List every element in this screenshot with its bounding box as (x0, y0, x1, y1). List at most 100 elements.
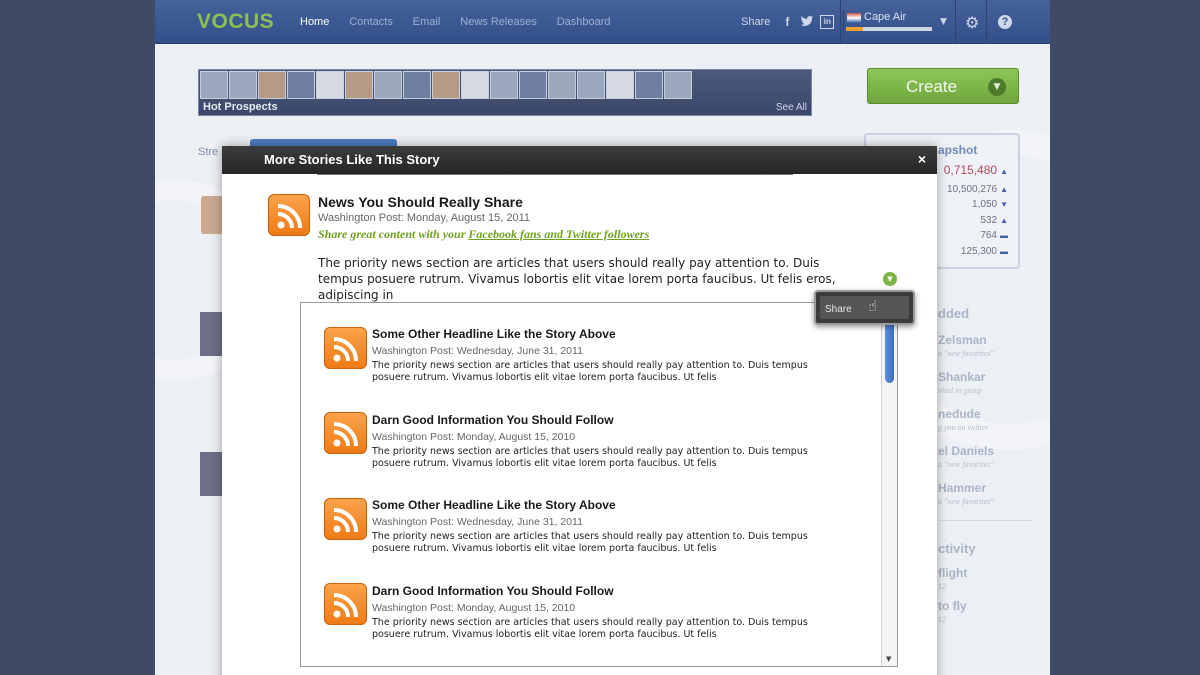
person-note: a "new favorites" (938, 497, 994, 506)
snapshot-value: 764 ▬ (980, 230, 1008, 241)
nav-news-releases[interactable]: News Releases (460, 16, 536, 28)
share-label: Share (741, 16, 771, 28)
divider (986, 0, 987, 44)
see-all-link[interactable]: See All (776, 102, 807, 113)
scroll-down-arrow[interactable]: ▼ (886, 655, 891, 663)
share-social-link[interactable]: Facebook fans and Twitter followers (468, 227, 649, 241)
person-name[interactable]: Zelsman (938, 333, 1048, 347)
story-meta: Washington Post: Wednesday, June 31, 201… (372, 345, 583, 357)
divider (840, 0, 841, 44)
story-body: The priority news section are articles t… (372, 360, 808, 383)
hand-cursor-icon: ☝ (868, 297, 878, 315)
avatar[interactable] (635, 71, 663, 99)
twitter-icon[interactable] (800, 15, 814, 29)
nav-home[interactable]: Home (300, 16, 329, 28)
section-header: dded (938, 306, 970, 321)
rss-feed-icon (324, 498, 367, 540)
avatar[interactable] (258, 71, 286, 99)
account-name: Cape Air (864, 11, 907, 23)
divider (955, 0, 956, 44)
avatar[interactable] (345, 71, 373, 99)
activity-note: 12 (938, 582, 946, 591)
avatar[interactable] (229, 71, 257, 99)
close-icon[interactable]: × (915, 151, 929, 167)
nav-dashboard[interactable]: Dashboard (557, 16, 611, 28)
snapshot-value: 532 ▲ (980, 215, 1008, 226)
story-title[interactable]: Some Other Headline Like the Story Above (372, 498, 616, 512)
snapshot-value: 0,715,480 ▲ (943, 163, 1008, 177)
avatar[interactable] (200, 71, 228, 99)
avatar[interactable] (577, 71, 605, 99)
person-note: nked in group (938, 386, 983, 395)
story-title[interactable]: Some Other Headline Like the Story Above (372, 327, 616, 341)
nav-email[interactable]: Email (413, 16, 441, 28)
account-progress-bar (846, 27, 932, 31)
streams-label: Stre (198, 146, 219, 158)
story-title[interactable]: Darn Good Information You Should Follow (372, 584, 614, 598)
story-body: The priority news section are articles t… (372, 617, 808, 640)
snapshot-header: apshot (938, 143, 978, 157)
person-name[interactable]: el Daniels (938, 444, 1048, 458)
person-note: g you on twitter (938, 423, 989, 432)
avatar[interactable] (461, 71, 489, 99)
story-meta: Washington Post: Monday, August 15, 2011 (318, 212, 531, 224)
story-body: The priority news section are articles t… (372, 531, 808, 554)
activity-item[interactable]: to fly (938, 599, 1048, 613)
section-header: ctivity (938, 541, 976, 556)
activity-note: 12 (938, 615, 946, 624)
modal-header: More Stories Like This Story × (222, 146, 937, 174)
gear-icon[interactable]: ⚙ (965, 13, 979, 32)
person-note: a "new favorites" (938, 349, 994, 358)
vertical-scrollbar[interactable]: ▼ (881, 303, 897, 666)
story-body: The priority news section are articles t… (318, 256, 836, 302)
avatar[interactable] (519, 71, 547, 99)
chevron-down-icon[interactable]: ▼ (988, 78, 1006, 96)
snapshot-value: 125,300 ▬ (960, 246, 1008, 257)
avatar[interactable] (490, 71, 518, 99)
rss-feed-icon (324, 412, 367, 454)
help-icon[interactable]: ? (998, 15, 1012, 29)
rss-feed-icon (268, 194, 310, 236)
story-meta: Washington Post: Monday, August 15, 2010 (372, 431, 576, 443)
person-name[interactable]: Hammer (938, 481, 1048, 495)
chevron-down-icon[interactable]: ▼ (883, 272, 897, 286)
avatar[interactable] (403, 71, 431, 99)
avatar[interactable] (374, 71, 402, 99)
scrollbar-thumb[interactable] (885, 321, 894, 383)
create-button[interactable]: Create ▼ (867, 68, 1019, 104)
share-popup-label[interactable]: Share (825, 304, 852, 315)
person-name[interactable]: Shankar (938, 370, 1048, 384)
avatar[interactable] (548, 71, 576, 99)
story-meta: Washington Post: Wednesday, June 31, 201… (372, 516, 583, 528)
related-stories-list: Some Other Headline Like the Story Above… (300, 302, 898, 667)
person-name[interactable]: nedude (938, 407, 1048, 421)
snapshot-value: 1,050 ▼ (972, 199, 1008, 210)
more-stories-modal: More Stories Like This Story × News You … (222, 146, 937, 675)
person-note: a "new favorites" (938, 460, 994, 469)
linkedin-icon[interactable]: in (820, 15, 835, 29)
avatar[interactable] (316, 71, 344, 99)
avatar[interactable] (432, 71, 460, 99)
main-nav: Home Contacts Email News Releases Dashbo… (300, 16, 611, 28)
vocus-logo[interactable]: VOCUS (197, 10, 274, 34)
avatar[interactable] (287, 71, 315, 99)
avatar[interactable] (664, 71, 692, 99)
nav-contacts[interactable]: Contacts (349, 16, 392, 28)
rss-feed-icon (324, 583, 367, 625)
create-label: Create (906, 77, 958, 96)
recently-added-panel: dded Zelsman a "new favorites" Shankar n… (938, 306, 1048, 624)
rss-feed-icon (324, 327, 367, 369)
feed-thumbnail[interactable] (201, 196, 223, 234)
prospect-avatars (200, 71, 693, 99)
avatar[interactable] (606, 71, 634, 99)
avatar[interactable] (200, 452, 222, 496)
top-navigation-bar: VOCUS Home Contacts Email News Releases … (155, 0, 1050, 44)
activity-item[interactable]: flight (938, 566, 1048, 580)
story-title[interactable]: Darn Good Information You Should Follow (372, 413, 614, 427)
account-switcher[interactable]: Cape Air ▼ (843, 10, 949, 34)
chevron-down-icon[interactable]: ▼ (940, 17, 947, 27)
avatar[interactable] (200, 312, 222, 356)
facebook-icon[interactable]: f (780, 15, 794, 29)
story-title[interactable]: News You Should Really Share (318, 194, 523, 210)
share-area: Share f in (741, 15, 835, 29)
